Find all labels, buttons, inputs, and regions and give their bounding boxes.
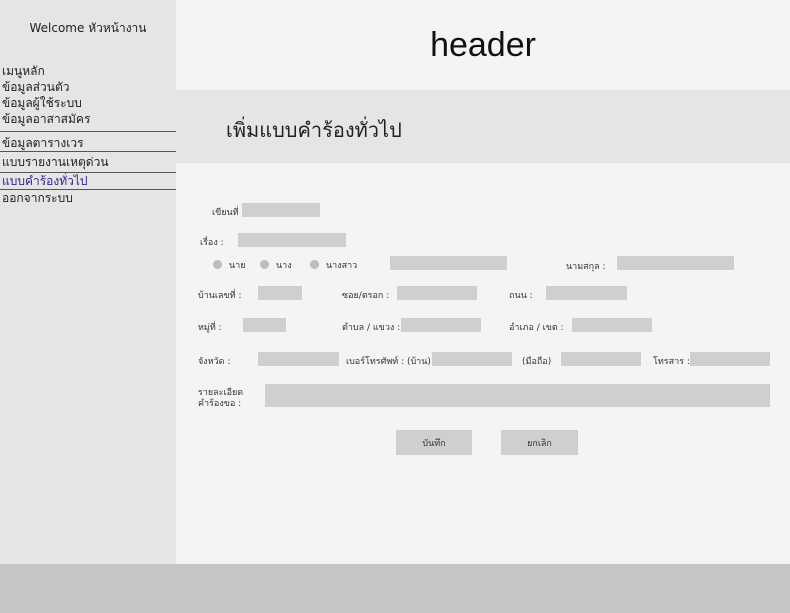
moo-field[interactable] [243, 318, 286, 332]
first-name-field[interactable] [390, 256, 507, 270]
subject-label: เรื่อง : [200, 238, 224, 248]
house-no-label: บ้านเลขที่ : [198, 291, 242, 301]
welcome-text: Welcome หัวหน้างาน [29, 21, 147, 35]
sidebar-item-personal-info[interactable]: ข้อมูลส่วนตัว [0, 79, 176, 95]
province-label: จังหวัด : [198, 357, 231, 367]
soi-label: ซอย/ตรอก : [342, 291, 390, 301]
fax-label: โทรสาร : [653, 357, 690, 367]
phone-mobile-field[interactable] [561, 352, 641, 366]
phone-mobile-label: (มือถือ) [522, 357, 552, 367]
sidebar-item-main-menu[interactable]: เมนูหลัก [0, 63, 176, 79]
cancel-button-label: ยกเลิก [527, 438, 552, 449]
form-area: เขียนที่ เรื่อง : นาย นาง นางสาว นามสกุล… [176, 163, 790, 564]
save-button-label: บันทึก [422, 438, 446, 449]
soi-field[interactable] [397, 286, 477, 300]
road-field[interactable] [546, 286, 627, 300]
radio-mr[interactable] [213, 260, 222, 269]
header-title: header [430, 26, 536, 64]
header-area: header [176, 10, 790, 90]
sidebar-item-volunteers[interactable]: ข้อมูลอาสาสมัคร [0, 111, 176, 127]
district-label: อำเภอ / เขต : [509, 323, 564, 333]
fax-field[interactable] [690, 352, 770, 366]
title-band: เพิ่มแบบคำร้องทั่วไป [176, 90, 790, 163]
sidebar-item-shift-schedule[interactable]: ข้อมูลตารางเวร [0, 131, 176, 151]
house-no-field[interactable] [258, 286, 302, 300]
radio-mrs[interactable] [260, 260, 269, 269]
sidebar-item-logout[interactable]: ออกจากระบบ [0, 190, 176, 206]
sidebar-item-general-request[interactable]: แบบคำร้องทั่วไป [0, 172, 176, 190]
radio-miss[interactable] [310, 260, 319, 269]
subject-field[interactable] [238, 233, 346, 247]
road-label: ถนน : [509, 291, 533, 301]
surname-label: นามสกุล : [566, 262, 606, 272]
radio-miss-label: นางสาว [326, 261, 358, 271]
radio-mr-label: นาย [229, 261, 246, 271]
radio-mrs-label: นาง [276, 261, 292, 271]
written-at-field[interactable] [242, 203, 320, 217]
district-field[interactable] [572, 318, 652, 332]
moo-label: หมู่ที่ : [198, 323, 222, 333]
sidebar: Welcome หัวหน้างาน เมนูหลัก ข้อมูลส่วนตั… [0, 0, 176, 564]
sidebar-item-urgent-report[interactable]: แบบรายงานเหตุด่วน [0, 151, 176, 170]
save-button[interactable]: บันทึก [396, 430, 472, 455]
details-label-line2: คำร้องขอ : [198, 399, 242, 409]
subdistrict-field[interactable] [401, 318, 481, 332]
written-at-label: เขียนที่ [212, 208, 239, 218]
sidebar-item-system-users[interactable]: ข้อมูลผู้ใช้ระบบ [0, 95, 176, 111]
cancel-button[interactable]: ยกเลิก [501, 430, 578, 455]
subdistrict-label: ตำบล / แขวง : [342, 323, 401, 333]
details-field[interactable] [265, 384, 770, 407]
sidebar-menu: เมนูหลัก ข้อมูลส่วนตัว ข้อมูลผู้ใช้ระบบ … [0, 63, 176, 206]
footer [0, 564, 790, 613]
province-field[interactable] [258, 352, 339, 366]
phone-home-field[interactable] [432, 352, 512, 366]
page-title: เพิ่มแบบคำร้องทั่วไป [226, 118, 402, 142]
surname-field[interactable] [617, 256, 734, 270]
phone-home-label: เบอร์โทรศัพท์ : (บ้าน) [346, 357, 431, 367]
